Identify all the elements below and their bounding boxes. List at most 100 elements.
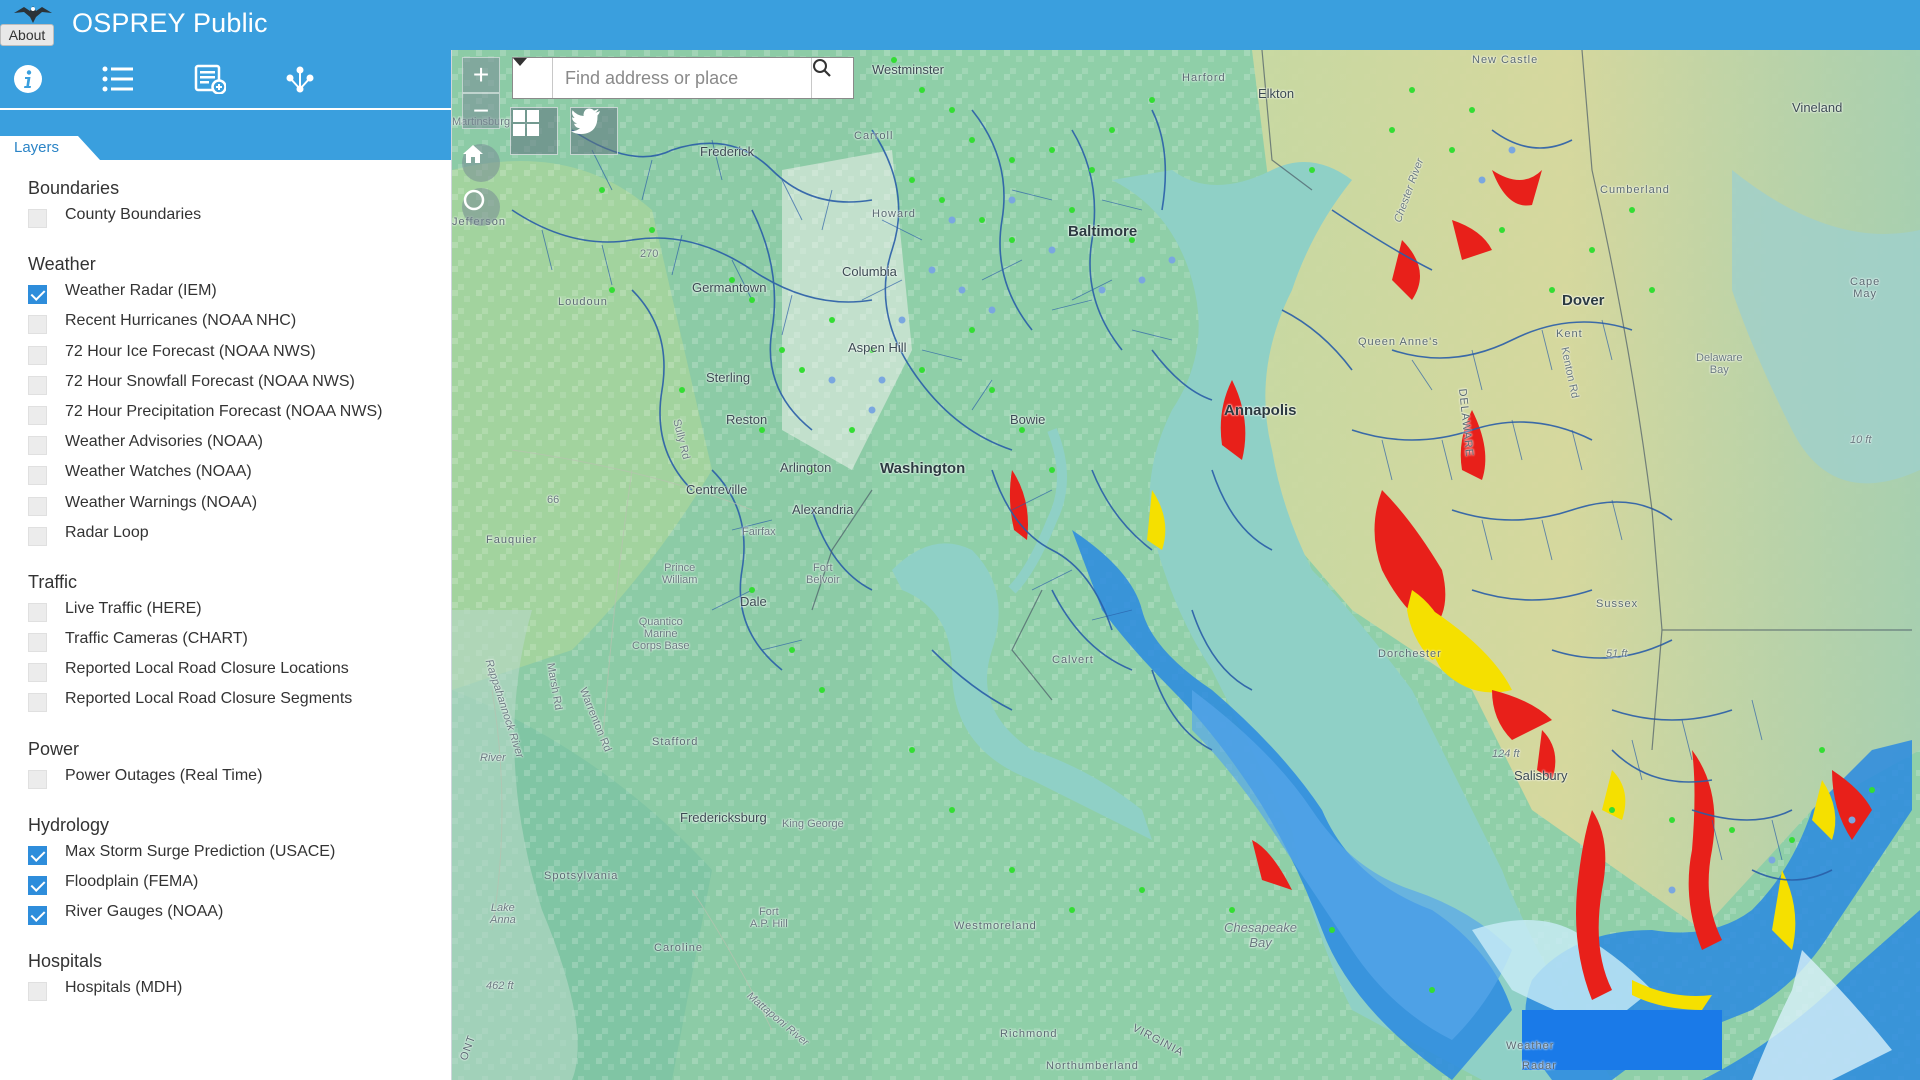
layer-row[interactable]: Hospitals (MDH) — [0, 973, 451, 1003]
layer-checkbox[interactable] — [28, 845, 47, 865]
layer-label[interactable]: County Boundaries — [65, 204, 201, 226]
layer-checkbox[interactable] — [28, 769, 47, 789]
layer-checkbox[interactable] — [28, 285, 47, 305]
layer-checkbox[interactable] — [28, 663, 47, 683]
basemap-grid-icon — [513, 110, 539, 136]
label-vineland: Vineland — [1792, 100, 1843, 115]
label-elev-51ft: 51 ft — [1606, 648, 1628, 660]
layer-row[interactable]: Reported Local Road Closure Segments — [0, 684, 451, 714]
layer-checkbox[interactable] — [28, 526, 47, 546]
label-delaware-bay: Delaware Bay — [1696, 352, 1743, 376]
layer-row[interactable]: Weather Warnings (NOAA) — [0, 488, 451, 518]
layer-checkbox[interactable] — [28, 876, 47, 895]
layer-label[interactable]: Power Outages (Real Time) — [65, 765, 262, 787]
map[interactable]: Westminster New Castle Vineland Elkton F… — [452, 50, 1920, 1080]
layer-checkbox[interactable] — [28, 906, 47, 926]
layer-row[interactable]: River Gauges (NOAA) — [0, 897, 451, 927]
layer-row[interactable]: Weather Watches (NOAA) — [0, 457, 451, 487]
layer-label[interactable]: Max Storm Surge Prediction (USACE) — [65, 841, 335, 863]
layer-group-title: Hospitals — [28, 951, 103, 972]
label-caroline: Caroline — [654, 942, 703, 954]
layer-row[interactable]: County Boundaries — [0, 200, 451, 230]
layer-label[interactable]: Recent Hurricanes (NOAA NHC) — [65, 310, 296, 332]
twitter-button[interactable] — [570, 107, 618, 155]
sidebar: Layers Boundaries County Boundaries Weathe… — [0, 50, 452, 1080]
layer-label[interactable]: Floodplain (FEMA) — [65, 871, 198, 893]
label-loudoun: Loudoun — [558, 296, 608, 308]
label-prince-william: Prince William — [662, 562, 698, 586]
layer-label[interactable]: 72 Hour Ice Forecast (NOAA NWS) — [65, 341, 316, 363]
layer-label[interactable]: River Gauges (NOAA) — [65, 901, 223, 923]
label-spotsylvania: Spotsylvania — [544, 870, 619, 882]
app-header: About OSPREY Public — [0, 0, 1920, 50]
label-westmoreland: Westmoreland — [954, 920, 1037, 932]
layer-checkbox[interactable] — [28, 315, 47, 335]
layer-row[interactable]: Weather Radar (IEM) — [0, 276, 451, 306]
share-icon[interactable] — [282, 61, 318, 97]
layer-checkbox[interactable] — [28, 375, 47, 395]
layer-label[interactable]: Weather Warnings (NOAA) — [65, 492, 257, 514]
layer-checkbox[interactable] — [28, 693, 47, 713]
locate-button[interactable] — [462, 188, 500, 226]
label-arlington: Arlington — [780, 460, 832, 475]
logo: About — [0, 0, 58, 48]
layer-row[interactable]: Live Traffic (HERE) — [0, 594, 451, 624]
label-carroll: Carroll — [854, 130, 894, 142]
label-westminster: Westminster — [872, 62, 944, 77]
layer-list: Boundaries County Boundaries Weather Weathe… — [0, 176, 451, 1004]
search-button[interactable] — [811, 58, 853, 98]
layer-row[interactable]: Recent Hurricanes (NOAA NHC) — [0, 306, 451, 336]
layer-label[interactable]: Weather Advisories (NOAA) — [65, 431, 263, 453]
layer-checkbox[interactable] — [28, 982, 47, 1002]
layer-checkbox[interactable] — [28, 405, 47, 425]
zoom-in-button[interactable]: + — [462, 57, 500, 93]
layer-label[interactable]: Weather Watches (NOAA) — [65, 461, 252, 483]
label-cape-may: Cape May — [1850, 276, 1881, 300]
layer-row[interactable]: Weather Advisories (NOAA) — [0, 427, 451, 457]
layer-checkbox[interactable] — [28, 436, 47, 456]
layer-label[interactable]: Hospitals (MDH) — [65, 977, 182, 999]
layer-label[interactable]: Reported Local Road Closure Locations — [65, 658, 349, 680]
layer-checkbox[interactable] — [28, 345, 47, 365]
layer-row[interactable]: 72 Hour Ice Forecast (NOAA NWS) — [0, 337, 451, 367]
layer-checkbox[interactable] — [28, 496, 47, 516]
layer-label[interactable]: Weather Radar (IEM) — [65, 280, 217, 302]
zoom-out-button[interactable]: − — [462, 93, 500, 129]
layer-label[interactable]: 72 Hour Precipitation Forecast (NOAA NWS… — [65, 401, 382, 423]
search-icon — [813, 59, 831, 77]
search-source-dropdown[interactable] — [513, 58, 553, 98]
layer-row[interactable]: Traffic Cameras (CHART) — [0, 624, 451, 654]
chevron-down-icon — [513, 58, 527, 66]
layer-checkbox[interactable] — [28, 209, 47, 228]
layer-label[interactable]: 72 Hour Snowfall Forecast (NOAA NWS) — [65, 371, 355, 393]
label-fauquier: Fauquier — [486, 534, 538, 546]
layer-group-traffic: Traffic Live Traffic (HERE) Traffic Camera… — [0, 570, 451, 715]
basemap-gallery-button[interactable] — [510, 107, 558, 155]
layer-row[interactable]: 72 Hour Precipitation Forecast (NOAA NWS… — [0, 397, 451, 427]
about-button[interactable]: About — [0, 24, 54, 46]
label-alexandria: Alexandria — [792, 502, 854, 517]
layer-label[interactable]: Live Traffic (HERE) — [65, 598, 202, 620]
layer-label[interactable]: Traffic Cameras (CHART) — [65, 628, 248, 650]
locate-icon — [463, 189, 485, 211]
layer-row[interactable]: Floodplain (FEMA) — [0, 867, 451, 897]
layer-group-boundaries: Boundaries County Boundaries — [0, 176, 451, 230]
layer-label[interactable]: Radar Loop — [65, 522, 149, 544]
layer-row[interactable]: Radar Loop — [0, 518, 451, 548]
list-icon[interactable] — [100, 61, 136, 97]
app-title: OSPREY Public — [72, 8, 268, 38]
home-button[interactable] — [462, 144, 500, 182]
label-baltimore: Baltimore — [1068, 223, 1138, 240]
search-input[interactable] — [555, 58, 811, 98]
layer-label[interactable]: Reported Local Road Closure Segments — [65, 688, 352, 710]
layer-checkbox[interactable] — [28, 602, 47, 622]
info-icon[interactable] — [10, 61, 46, 97]
legend-icon[interactable] — [192, 61, 228, 97]
layer-checkbox[interactable] — [28, 633, 47, 653]
layer-row[interactable]: Power Outages (Real Time) — [0, 761, 451, 791]
layer-row[interactable]: 72 Hour Snowfall Forecast (NOAA NWS) — [0, 367, 451, 397]
layer-row[interactable]: Max Storm Surge Prediction (USACE) — [0, 837, 451, 867]
label-route-66: 66 — [547, 494, 560, 506]
layer-row[interactable]: Reported Local Road Closure Locations — [0, 654, 451, 684]
layer-checkbox[interactable] — [28, 466, 47, 486]
